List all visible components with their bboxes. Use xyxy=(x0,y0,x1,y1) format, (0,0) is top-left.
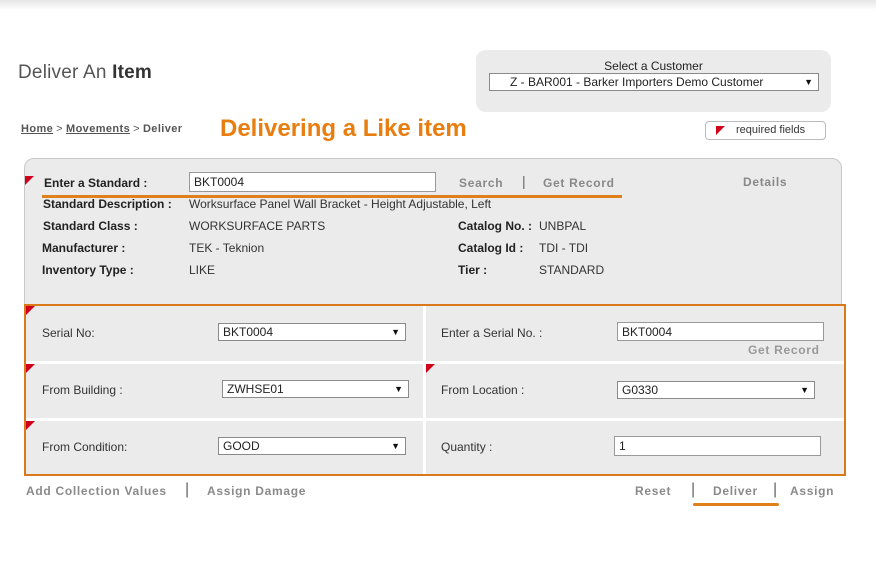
action-divider: | xyxy=(773,481,778,498)
catalog-id-label: Catalog Id : xyxy=(458,241,524,255)
quantity-label: Quantity : xyxy=(441,440,493,454)
page-title-prefix: Deliver An xyxy=(18,62,107,83)
serial-no-select[interactable]: BKT0004 ▼ xyxy=(218,323,406,341)
from-location-cell: From Location : G0330 ▼ xyxy=(426,364,844,418)
chevron-down-icon: ▼ xyxy=(394,384,403,394)
manufacturer-label: Manufacturer : xyxy=(42,241,126,255)
serial-no-cell: Serial No: BKT0004 ▼ xyxy=(26,306,423,361)
inventory-type-label: Inventory Type : xyxy=(42,263,134,277)
from-condition-value: GOOD xyxy=(223,439,260,453)
page-title: Deliver An Item xyxy=(18,62,152,84)
manufacturer-value: TEK - Teknion xyxy=(189,241,265,255)
from-location-value: G0330 xyxy=(622,383,659,397)
chevron-down-icon: ▼ xyxy=(800,385,809,395)
required-flag-icon xyxy=(26,306,35,315)
required-flag-icon xyxy=(716,126,725,135)
catalog-no-value: UNBPAL xyxy=(539,219,587,233)
from-building-value: ZWHSE01 xyxy=(227,382,284,396)
customer-panel: Select a Customer Z - BAR001 - Barker Im… xyxy=(476,50,831,112)
standard-label: Enter a Standard : xyxy=(44,176,148,190)
description-value: Worksurface Panel Wall Bracket - Height … xyxy=(189,197,492,211)
serial-get-record-button[interactable]: Get Record xyxy=(748,343,820,357)
from-building-cell: From Building : ZWHSE01 ▼ xyxy=(26,364,423,418)
serial-no-value: BKT0004 xyxy=(223,325,274,339)
catalog-no-label: Catalog No. : xyxy=(458,219,532,233)
catalog-id-value: TDI - TDI xyxy=(539,241,589,255)
required-fields-label: required fields xyxy=(736,124,806,136)
page-title-bold: Item xyxy=(112,62,152,83)
enter-serial-input[interactable]: BKT0004 xyxy=(617,322,824,341)
add-collection-values-button[interactable]: Add Collection Values xyxy=(26,484,167,498)
customer-label: Select a Customer xyxy=(604,59,703,73)
action-divider: | xyxy=(522,173,526,189)
required-flag-icon xyxy=(26,364,35,373)
assign-button[interactable]: Assign xyxy=(790,484,834,498)
deliver-annotation-underline xyxy=(693,503,779,506)
search-button[interactable]: Search xyxy=(459,176,503,190)
chevron-down-icon: ▼ xyxy=(804,77,813,87)
from-building-label: From Building : xyxy=(42,383,123,397)
description-label: Standard Description : xyxy=(43,197,172,211)
chevron-down-icon: ▼ xyxy=(391,327,400,337)
quantity-cell: Quantity : 1 xyxy=(426,421,844,474)
serial-no-label: Serial No: xyxy=(42,326,95,340)
inventory-type-value: LIKE xyxy=(189,263,216,277)
assign-damage-button[interactable]: Assign Damage xyxy=(207,484,306,498)
from-condition-select[interactable]: GOOD ▼ xyxy=(218,437,406,455)
from-condition-label: From Condition: xyxy=(42,440,128,454)
get-record-button[interactable]: Get Record xyxy=(543,176,615,190)
top-shadow xyxy=(0,0,876,10)
enter-serial-cell: Enter a Serial No. : BKT0004 Get Record xyxy=(426,306,844,361)
breadcrumb-separator: > xyxy=(56,123,63,135)
customer-select[interactable]: Z - BAR001 - Barker Importers Demo Custo… xyxy=(489,73,819,91)
breadcrumb-movements-link[interactable]: Movements xyxy=(66,123,130,135)
standard-input[interactable]: BKT0004 xyxy=(189,172,436,192)
tier-value: STANDARD xyxy=(539,263,605,277)
action-divider: | xyxy=(185,481,190,498)
customer-select-value: Z - BAR001 - Barker Importers Demo Custo… xyxy=(510,75,764,89)
movement-form-grid: Serial No: BKT0004 ▼ Enter a Serial No. … xyxy=(24,304,846,476)
breadcrumb-current: Deliver xyxy=(142,123,183,135)
enter-serial-label: Enter a Serial No. : xyxy=(441,326,543,340)
from-building-select[interactable]: ZWHSE01 ▼ xyxy=(222,380,409,398)
required-fields-legend: required fields xyxy=(705,121,826,140)
annotation-title: Delivering a Like item xyxy=(220,115,467,142)
tier-label: Tier : xyxy=(458,263,488,277)
from-condition-cell: From Condition: GOOD ▼ xyxy=(26,421,423,474)
class-label: Standard Class : xyxy=(43,219,138,233)
from-location-select[interactable]: G0330 ▼ xyxy=(617,381,815,399)
required-flag-icon xyxy=(26,421,35,430)
breadcrumb-home-link[interactable]: Home xyxy=(21,123,53,135)
required-flag-icon xyxy=(426,364,435,373)
deliver-button[interactable]: Deliver xyxy=(713,484,758,498)
breadcrumb: Home > Movements > Deliver xyxy=(21,123,182,135)
class-value: WORKSURFACE PARTS xyxy=(189,219,326,233)
required-flag-icon xyxy=(25,176,34,185)
from-location-label: From Location : xyxy=(441,383,525,397)
action-divider: | xyxy=(691,481,696,498)
details-button[interactable]: Details xyxy=(743,175,787,189)
breadcrumb-separator: > xyxy=(133,123,140,135)
quantity-input[interactable]: 1 xyxy=(614,436,821,456)
reset-button[interactable]: Reset xyxy=(635,484,671,498)
chevron-down-icon: ▼ xyxy=(391,441,400,451)
